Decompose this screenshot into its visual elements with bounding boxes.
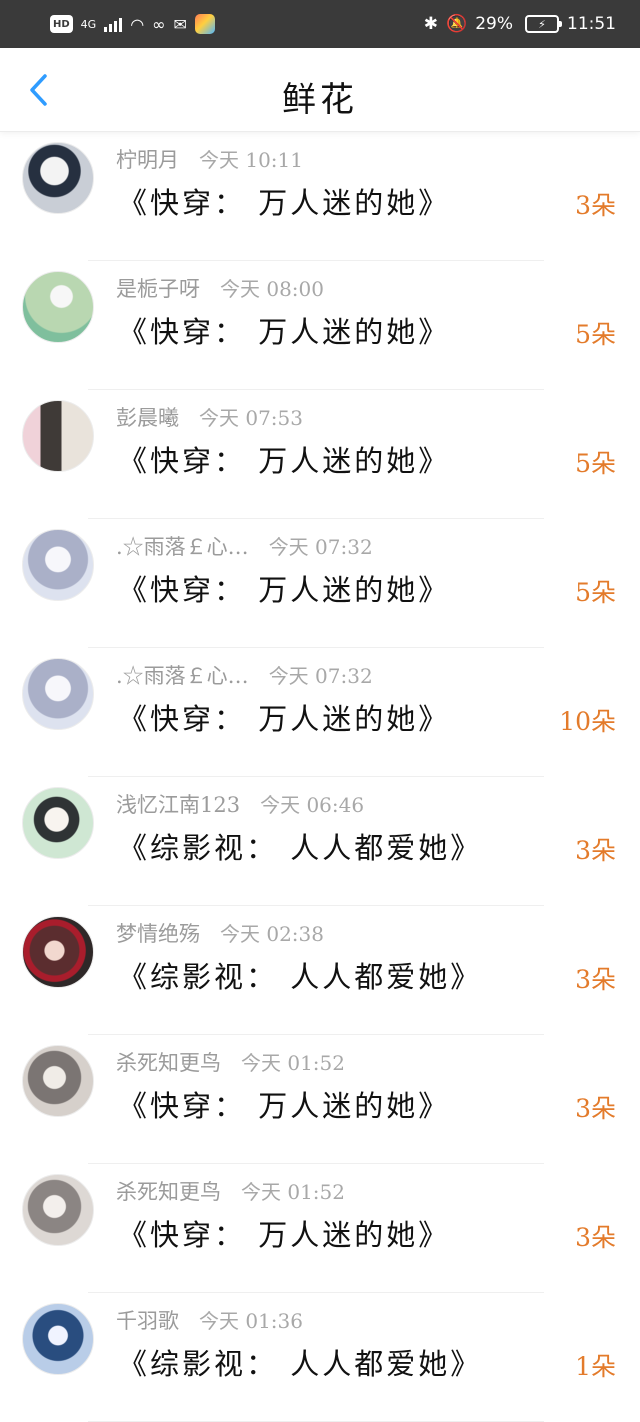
- username[interactable]: 杀死知更鸟: [116, 1176, 221, 1206]
- flower-count: 10朵: [559, 707, 616, 736]
- username[interactable]: .☆雨落￡心…: [116, 660, 249, 690]
- flower-count: 5朵: [575, 449, 616, 478]
- username[interactable]: 杀死知更鸟: [116, 1047, 221, 1077]
- top-bar: 鲜花: [0, 48, 640, 132]
- item-meta: 浅忆江南123 今天 06:46: [116, 789, 536, 819]
- avatar[interactable]: [22, 916, 94, 988]
- chat-icon: ✉: [173, 14, 187, 34]
- username[interactable]: 柠明月: [116, 144, 179, 174]
- username[interactable]: .☆雨落￡心…: [116, 531, 249, 561]
- flower-count: 5朵: [575, 320, 616, 349]
- timestamp: 今天 07:53: [199, 406, 303, 430]
- flower-count: 3朵: [575, 836, 616, 865]
- list-item[interactable]: .☆雨落￡心… 今天 07:32 《快穿： 万人迷的她》 10朵: [0, 648, 640, 777]
- avatar[interactable]: [22, 529, 94, 601]
- list-item[interactable]: 彭晨曦 今天 07:53 《快穿： 万人迷的她》 5朵: [0, 390, 640, 519]
- username[interactable]: 浅忆江南123: [116, 789, 240, 819]
- book-title[interactable]: 《快穿： 万人迷的她》: [118, 1083, 450, 1125]
- item-meta: 柠明月 今天 10:11: [116, 144, 536, 174]
- item-meta: .☆雨落￡心… 今天 07:32: [116, 660, 536, 690]
- list-item[interactable]: 是栀子呀 今天 08:00 《快穿： 万人迷的她》 5朵: [0, 261, 640, 390]
- flower-count: 5朵: [575, 578, 616, 607]
- timestamp: 今天 07:32: [268, 664, 373, 688]
- list-item[interactable]: 千羽歌 今天 01:36 《综影视： 人人都爱她》 1朵: [0, 1293, 640, 1422]
- bluetooth-icon: ✱: [423, 14, 439, 34]
- timestamp: 今天 01:52: [241, 1180, 345, 1204]
- avatar[interactable]: [22, 400, 94, 472]
- item-meta: .☆雨落￡心… 今天 07:32: [116, 531, 536, 561]
- list-item[interactable]: 杀死知更鸟 今天 01:52 《快穿： 万人迷的她》 3朵: [0, 1164, 640, 1293]
- username[interactable]: 梦情绝殇: [116, 918, 200, 948]
- book-title[interactable]: 《快穿： 万人迷的她》: [118, 438, 450, 480]
- flower-count: 3朵: [575, 1094, 616, 1123]
- book-title[interactable]: 《快穿： 万人迷的她》: [118, 1212, 450, 1254]
- item-meta: 是栀子呀 今天 08:00: [116, 273, 536, 303]
- book-title[interactable]: 《快穿： 万人迷的她》: [118, 696, 450, 738]
- book-title[interactable]: 《快穿： 万人迷的她》: [118, 309, 450, 351]
- list-item[interactable]: 梦情绝殇 今天 02:38 《综影视： 人人都爱她》 3朵: [0, 906, 640, 1035]
- list-item[interactable]: 杀死知更鸟 今天 01:52 《快穿： 万人迷的她》 3朵: [0, 1035, 640, 1164]
- list-item[interactable]: 浅忆江南123 今天 06:46 《综影视： 人人都爱她》 3朵: [0, 777, 640, 906]
- book-title[interactable]: 《快穿： 万人迷的她》: [118, 180, 450, 222]
- hd-badge: HD: [50, 15, 73, 33]
- status-bar: HD 4G ◠ ∞ ✉ ✱ 🔕 29% ⚡ 11:51: [0, 0, 640, 48]
- avatar[interactable]: [22, 658, 94, 730]
- flower-gift-list: 柠明月 今天 10:11 《快穿： 万人迷的她》 3朵 是栀子呀 今天 08:00 《快穿：…: [0, 132, 640, 1422]
- item-meta: 杀死知更鸟 今天 01:52: [116, 1047, 536, 1077]
- mute-icon: 🔕: [446, 14, 468, 34]
- flower-count: 3朵: [575, 1223, 616, 1252]
- timestamp: 今天 08:00: [220, 277, 324, 301]
- timestamp: 今天 01:52: [241, 1051, 345, 1075]
- battery-percent: 29%: [475, 14, 513, 34]
- username[interactable]: 彭晨曦: [116, 402, 179, 432]
- clock: 11:51: [567, 14, 616, 34]
- avatar[interactable]: [22, 1174, 94, 1246]
- avatar[interactable]: [22, 271, 94, 343]
- timestamp: 今天 07:32: [268, 535, 373, 559]
- timestamp: 今天 02:38: [220, 922, 324, 946]
- avatar[interactable]: [22, 1303, 94, 1375]
- flower-count: 3朵: [575, 965, 616, 994]
- item-meta: 千羽歌 今天 01:36: [116, 1305, 536, 1335]
- network-type: 4G: [80, 17, 97, 31]
- wifi-icon: ◠: [130, 14, 145, 34]
- timestamp: 今天 01:36: [199, 1309, 303, 1333]
- status-left-icons: HD 4G ◠ ∞ ✉: [50, 14, 215, 34]
- item-meta: 梦情绝殇 今天 02:38: [116, 918, 536, 948]
- avatar[interactable]: [22, 142, 94, 214]
- timestamp: 今天 06:46: [260, 793, 365, 817]
- book-title[interactable]: 《综影视： 人人都爱她》: [118, 825, 482, 867]
- item-meta: 杀死知更鸟 今天 01:52: [116, 1176, 536, 1206]
- status-right-icons: ✱ 🔕 29% ⚡ 11:51: [424, 14, 616, 34]
- list-item[interactable]: .☆雨落￡心… 今天 07:32 《快穿： 万人迷的她》 5朵: [0, 519, 640, 648]
- flower-count: 1朵: [575, 1352, 616, 1381]
- item-meta: 彭晨曦 今天 07:53: [116, 402, 536, 432]
- colorful-app-icon: [194, 14, 215, 34]
- avatar[interactable]: [22, 787, 94, 859]
- battery-charging-icon: ⚡: [525, 15, 562, 33]
- list-item[interactable]: 柠明月 今天 10:11 《快穿： 万人迷的她》 3朵: [0, 132, 640, 261]
- book-title[interactable]: 《快穿： 万人迷的她》: [118, 567, 450, 609]
- timestamp: 今天 10:11: [199, 148, 303, 172]
- avatar[interactable]: [22, 1045, 94, 1117]
- flower-count: 3朵: [575, 191, 616, 220]
- app-icon: ∞: [152, 14, 166, 34]
- page-title: 鲜花: [282, 80, 358, 120]
- book-title[interactable]: 《综影视： 人人都爱她》: [118, 954, 482, 996]
- signal-icon: [104, 16, 123, 32]
- book-title[interactable]: 《综影视： 人人都爱她》: [118, 1341, 482, 1383]
- username[interactable]: 是栀子呀: [116, 273, 200, 303]
- username[interactable]: 千羽歌: [116, 1305, 179, 1335]
